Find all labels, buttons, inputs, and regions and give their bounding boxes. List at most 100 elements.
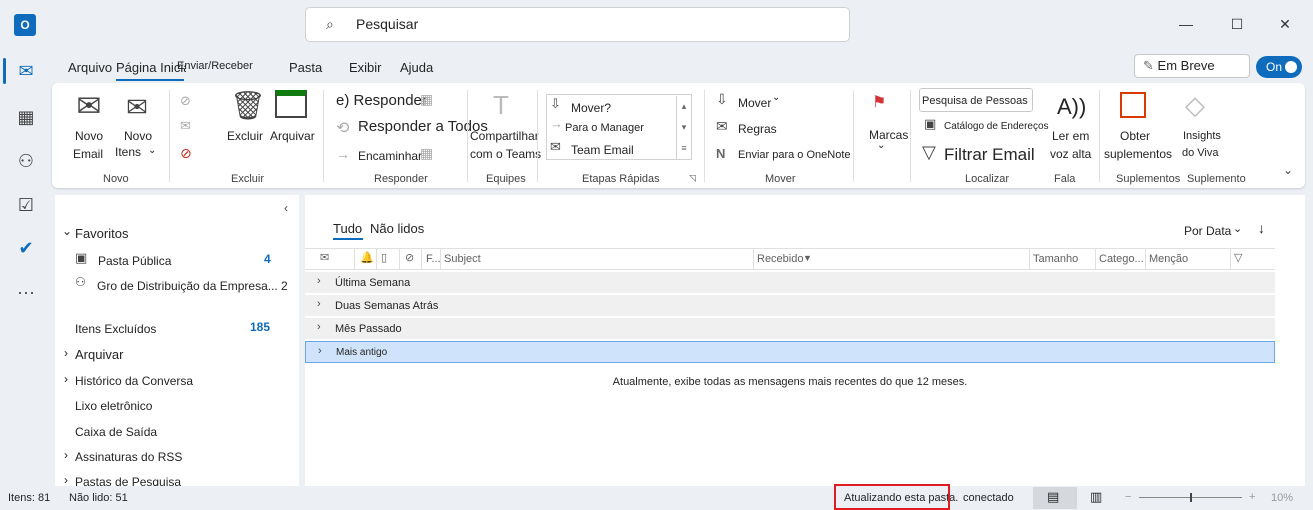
chevron-right-icon[interactable]: › <box>64 448 68 462</box>
folder-junk[interactable]: Lixo eletrônico <box>75 399 152 413</box>
folder-search-folders[interactable]: Pastas de Pesquisa <box>75 475 181 486</box>
group-label: Mês Passado <box>335 323 402 335</box>
reading-view-icon[interactable]: ▥ <box>1090 489 1102 505</box>
group-header-last-week[interactable]: › Última Semana <box>305 272 1275 294</box>
chevron-down-icon[interactable]: ⌄ <box>148 145 156 156</box>
filter-icon[interactable]: ▽ <box>1234 251 1242 264</box>
calendar-icon[interactable]: ▦ <box>0 102 52 132</box>
tab-folder[interactable]: Pasta <box>289 60 322 75</box>
coming-soon-button[interactable]: ✎ Em Breve <box>1134 54 1250 78</box>
viva-insights-button[interactable]: Insights <box>1183 130 1221 142</box>
chevron-down-icon[interactable]: ⌄ <box>62 224 72 238</box>
column-separator <box>1230 249 1231 269</box>
column-category[interactable]: Catego... <box>1099 253 1144 265</box>
sort-direction-icon[interactable]: ↓ <box>1258 220 1265 236</box>
maximize-button[interactable]: ☐ <box>1222 12 1252 36</box>
tab-send-receive[interactable]: Enviar/Receber <box>177 60 253 72</box>
ignore-icon[interactable]: ⊘ <box>180 93 191 109</box>
reply-all-button[interactable]: Responder a Todos <box>358 118 488 135</box>
minimize-button[interactable]: — <box>1171 12 1201 36</box>
folder-public[interactable]: Pasta Pública <box>98 254 171 268</box>
favorites-heading[interactable]: Favoritos <box>75 226 128 241</box>
quick-step-manager[interactable]: Para o Manager <box>565 122 644 134</box>
mail-icon[interactable]: ✉ <box>0 56 52 86</box>
search-input[interactable]: ⌕ Pesquisar <box>305 7 850 42</box>
column-size[interactable]: Tamanho <box>1033 253 1078 265</box>
chevron-down-icon[interactable]: ⌄ <box>772 92 780 103</box>
filter-tab-all[interactable]: Tudo <box>333 221 362 236</box>
folder-distribution-group[interactable]: Gro de Distribuição da Empresa... <box>97 279 278 293</box>
chevron-right-icon[interactable]: › <box>64 372 68 386</box>
get-addins-button[interactable]: Obter <box>1120 129 1150 143</box>
group-header-last-month[interactable]: › Mês Passado <box>305 318 1275 340</box>
people-icon[interactable]: ⚇ <box>0 146 52 176</box>
archive-button[interactable]: Arquivar <box>270 129 315 143</box>
ribbon-divider <box>169 90 170 182</box>
tab-home-indicator <box>116 79 184 81</box>
share-teams-button[interactable]: Compartilhar <box>470 129 539 143</box>
zoom-out-icon[interactable]: − <box>1125 491 1131 503</box>
folder-archive[interactable]: Arquivar <box>75 347 123 362</box>
address-book-icon: ▣ <box>924 116 937 131</box>
column-received[interactable]: Recebido <box>757 253 803 265</box>
address-book-button[interactable]: Catálogo de Endereços <box>944 121 1049 132</box>
dialog-launcher-icon[interactable]: ◹ <box>689 173 696 184</box>
tags-button[interactable]: Marcas <box>869 128 908 142</box>
group-header-two-weeks[interactable]: › Duas Semanas Atrás <box>305 295 1275 317</box>
column-mention[interactable]: Menção <box>1149 253 1188 265</box>
delete-button[interactable]: Excluir <box>227 129 263 143</box>
folder-deleted-items[interactable]: Itens Excluídos <box>75 322 156 336</box>
rules-icon: ✉ <box>716 118 728 134</box>
tab-help[interactable]: Ajuda <box>400 60 433 75</box>
onenote-button[interactable]: Enviar para o OneNote <box>738 149 851 161</box>
more-respond-icon[interactable]: ▦ <box>420 145 433 162</box>
expand-ribbon-icon[interactable]: ⌄ <box>1283 163 1293 177</box>
importance-icon[interactable]: ✉ <box>320 251 329 264</box>
filter-tab-unread[interactable]: Não lidos <box>370 221 424 236</box>
quick-step-team-email[interactable]: Team Email <box>571 143 634 157</box>
more-apps-icon[interactable]: ··· <box>0 277 52 307</box>
forward-button[interactable]: Encaminhar <box>358 149 422 163</box>
chevron-down-icon[interactable]: ⌄ <box>877 140 885 151</box>
collapse-pane-icon[interactable]: ‹ <box>284 201 288 215</box>
gallery-scroll[interactable]: ▴ ▾ ≡ <box>676 96 691 159</box>
close-button[interactable]: ✕ <box>1270 12 1300 36</box>
folder-outbox[interactable]: Caixa de Saída <box>75 425 157 439</box>
tab-file[interactable]: Arquivo <box>68 60 112 75</box>
attachment-icon[interactable]: ⊘ <box>405 251 414 264</box>
reminder-icon[interactable]: 🔔 <box>360 251 374 264</box>
sort-dropdown[interactable]: Por Data <box>1184 224 1231 238</box>
chevron-down-icon[interactable]: ⌄ <box>1233 222 1242 235</box>
tasks-icon[interactable]: ☑ <box>0 190 52 220</box>
rules-button[interactable]: Regras <box>738 122 777 136</box>
folder-conversation-history[interactable]: Histórico da Conversa <box>75 374 193 388</box>
outlook-logo-icon: O <box>14 14 36 36</box>
read-aloud-button[interactable]: Ler em <box>1052 129 1089 143</box>
new-mail-button[interactable]: Novo <box>75 129 103 143</box>
coming-soon-toggle[interactable]: On <box>1256 56 1302 78</box>
move-button[interactable]: Mover <box>738 96 771 110</box>
new-items-button[interactable]: Novo <box>124 129 152 143</box>
todo-icon[interactable]: ✔ <box>0 233 52 263</box>
reply-button[interactable]: e) Responder <box>336 92 427 109</box>
normal-view-icon: ▤ <box>1047 489 1060 504</box>
reply-all-icon: ⟲ <box>336 120 350 137</box>
column-separator <box>354 249 355 269</box>
group-header-older[interactable]: › Mais antigo <box>305 341 1275 363</box>
zoom-slider-thumb[interactable] <box>1190 493 1192 502</box>
chevron-right-icon[interactable]: › <box>64 473 68 487</box>
column-from[interactable]: F... <box>426 253 441 265</box>
zoom-in-icon[interactable]: + <box>1249 491 1255 503</box>
icon-column-icon[interactable]: ▯ <box>381 251 387 264</box>
meeting-icon[interactable]: ▦ <box>420 91 433 108</box>
quick-step-move[interactable]: Mover? <box>571 101 611 115</box>
cleanup-icon[interactable]: ✉ <box>180 118 191 134</box>
block-sender-icon[interactable]: ⊘ <box>180 145 192 162</box>
folder-rss[interactable]: Assinaturas do RSS <box>75 450 182 464</box>
tab-home[interactable]: Página Inicial <box>116 60 186 75</box>
chevron-right-icon[interactable]: › <box>64 346 68 360</box>
tab-view[interactable]: Exibir <box>349 60 382 75</box>
group-label-move: Mover <box>765 173 796 185</box>
column-subject[interactable]: Subject <box>444 253 481 265</box>
filter-email-button[interactable]: Filtrar Email <box>944 145 1035 165</box>
